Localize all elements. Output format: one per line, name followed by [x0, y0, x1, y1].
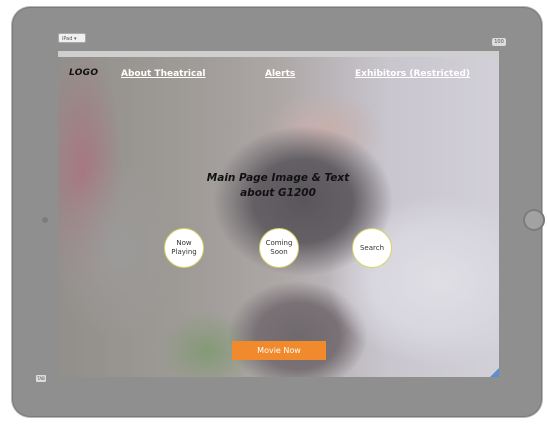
- device-selector-label: iPad: [62, 36, 73, 42]
- coming-soon-label: Coming Soon: [265, 239, 293, 256]
- device-selector[interactable]: iPad ▾: [58, 33, 86, 43]
- image-overlay: [58, 51, 499, 377]
- nav-link-exhibitors[interactable]: Exhibitors (Restricted): [355, 69, 470, 79]
- zoom-badge[interactable]: 100: [492, 38, 506, 46]
- corner-badge[interactable]: TAB: [36, 375, 46, 382]
- hero-text: Main Page Image & Text about G1200: [206, 172, 350, 199]
- tablet-screen: LOGO About Theatrical Alerts Exhibitors …: [58, 51, 499, 377]
- camera-dot-icon: [42, 217, 48, 223]
- screen-top-bar: [58, 51, 499, 57]
- search-label: Search: [359, 243, 385, 252]
- coming-soon-button[interactable]: Coming Soon: [259, 228, 299, 268]
- movie-now-button[interactable]: Movie Now: [232, 341, 326, 360]
- resize-handle-icon[interactable]: [490, 368, 499, 377]
- home-button-icon[interactable]: [523, 209, 545, 231]
- nav-link-about-theatrical[interactable]: About Theatrical: [121, 69, 205, 79]
- now-playing-button[interactable]: Now Playing: [164, 228, 204, 268]
- logo[interactable]: LOGO: [69, 68, 98, 78]
- search-button[interactable]: Search: [352, 228, 392, 268]
- nav-link-alerts[interactable]: Alerts: [265, 69, 295, 79]
- now-playing-label: Now Playing: [171, 239, 197, 256]
